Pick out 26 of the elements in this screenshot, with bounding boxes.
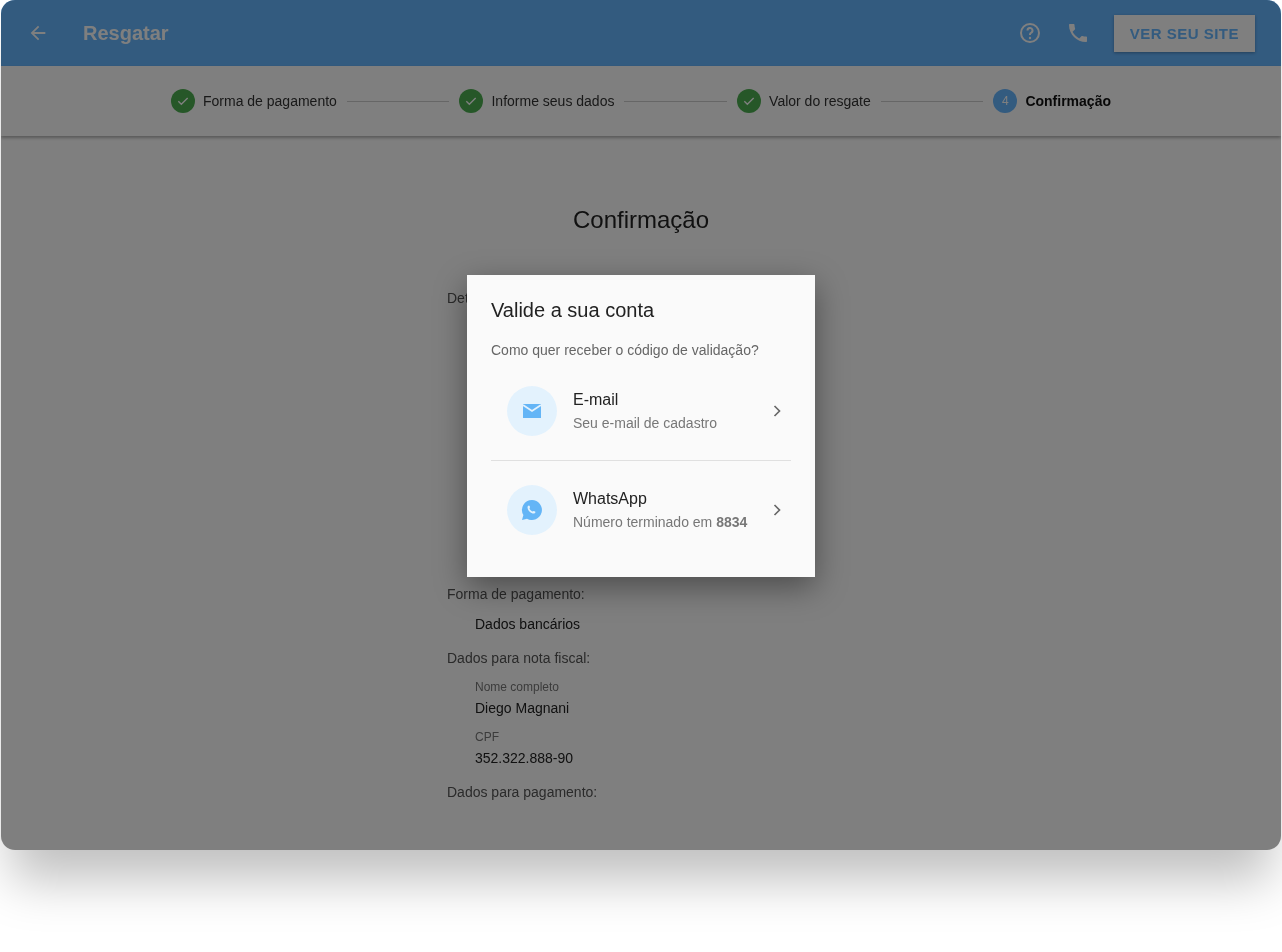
- section-label: Forma de pagamento:: [447, 586, 586, 602]
- option-item[interactable]: WhatsApp Número terminado em 8834: [491, 473, 791, 547]
- option-title: E-mail: [573, 391, 620, 409]
- option-subtitle: Seu e-mail de cadastro: [573, 415, 718, 431]
- step-label: Valor do resgate: [769, 93, 871, 109]
- section-label: Dados para pagamento:: [447, 784, 599, 800]
- field-value: Dados bancários: [475, 616, 582, 632]
- step-label: Forma de pagamento: [203, 93, 337, 109]
- help-icon[interactable]: [1017, 21, 1042, 45]
- dialog-subtitle: Como quer receber o código de validação?: [491, 342, 760, 358]
- option-item[interactable]: E-mail Seu e-mail de cadastro: [491, 374, 791, 448]
- dialog-title: Valide a sua conta: [491, 299, 656, 322]
- field-label: Nome completo: [475, 680, 561, 694]
- step-label: Confirmação: [1025, 93, 1111, 109]
- section-heading: Confirmação: [572, 206, 710, 234]
- step-number: 4: [993, 89, 1018, 113]
- option-title: WhatsApp: [573, 490, 648, 508]
- field-value: 352.322.888-90: [475, 750, 575, 766]
- field-value: Diego Magnani: [475, 700, 571, 716]
- section-label: Dados para nota fiscal:: [447, 650, 592, 666]
- field-label: CPF: [475, 730, 500, 744]
- page-title: Resgatar: [83, 21, 169, 45]
- envelope-icon: [507, 386, 557, 436]
- step-label: Informe seus dados: [491, 93, 615, 109]
- option-subtitle: Número terminado em 8834: [573, 514, 749, 530]
- chat-bubble-icon: [507, 485, 557, 535]
